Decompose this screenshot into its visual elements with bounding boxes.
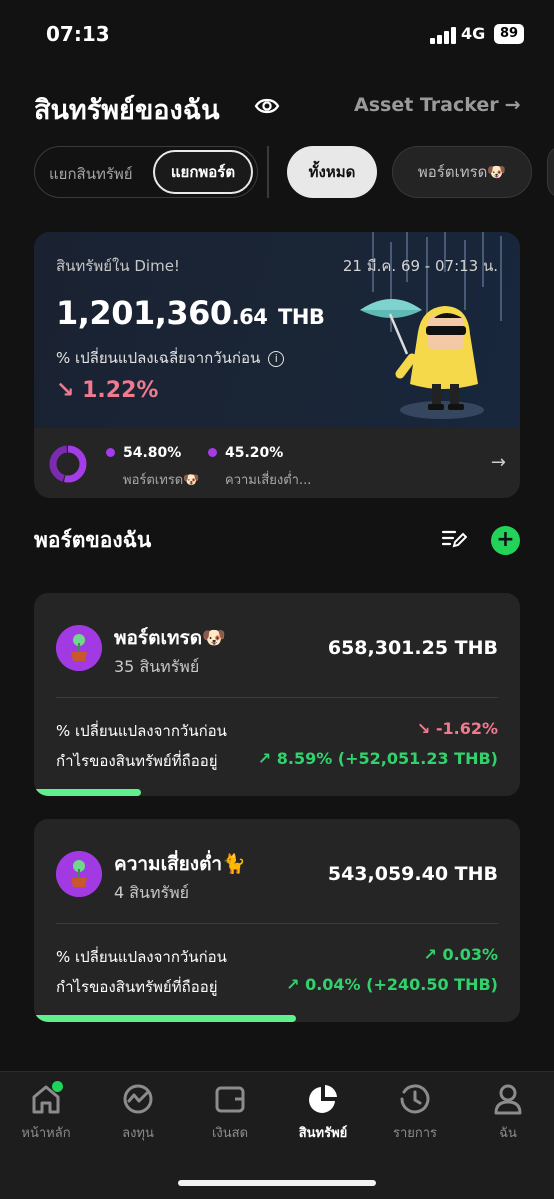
view-segment-control: แยกสินทรัพย์ แยกพอร์ต [34, 146, 258, 198]
allocation-item-trade: 54.80% พอร์ตเทรด🐶 [106, 442, 199, 490]
history-clock-icon [400, 1084, 430, 1114]
eye-icon[interactable] [254, 96, 280, 116]
allocation-donut-chart [49, 445, 87, 483]
raincoat-character-illustration [360, 299, 484, 419]
my-portfolios-title: พอร์ตของฉัน [34, 528, 152, 552]
asset-tracker-link[interactable]: Asset Tracker → [354, 94, 521, 116]
plant-pot-icon [56, 851, 102, 897]
allocation-item-lowrisk: 45.20% ความเสี่ยงต่ำ... [208, 442, 311, 490]
chip-trade-portfolio[interactable]: พอร์ตเทรด🐶 [392, 146, 532, 198]
nav-label: ฉัน [499, 1126, 517, 1141]
nav-label: สินทรัพย์ [298, 1126, 348, 1141]
portfolio-value: 543,059.40 THB [327, 863, 498, 885]
portfolio-share-bar [34, 1015, 297, 1022]
arrow-right-icon[interactable]: → [491, 452, 506, 473]
segment-by-asset[interactable]: แยกสินทรัพย์ [49, 162, 133, 186]
change-label: % เปลี่ยนแปลงเฉลี่ยจากวันก่อน i [56, 346, 285, 370]
nav-label: หน้าหลัก [21, 1126, 71, 1141]
portfolio-name: ความเสี่ยงต่ำ🐈 [114, 853, 246, 875]
page-title: สินทรัพย์ของฉัน [34, 95, 220, 126]
battery-icon: 89 [494, 24, 524, 44]
change-label: % เปลี่ยนแปลงจากวันก่อน [56, 948, 227, 966]
edit-list-icon[interactable] [441, 528, 467, 550]
chart-icon [123, 1084, 153, 1114]
total-value-currency: THB [278, 305, 325, 329]
portfolio-asset-count: 4 สินทรัพย์ [114, 883, 190, 902]
portfolio-value: 658,301.25 THB [327, 637, 498, 659]
holding-profit: ↗ 0.04% (+240.50 THB) [286, 975, 498, 994]
allocation-name: พอร์ตเทรด🐶 [123, 473, 200, 488]
nav-label: เงินสด [211, 1126, 249, 1141]
donut-slice [49, 445, 68, 482]
divider [56, 923, 498, 924]
nav-label: รายการ [392, 1126, 438, 1141]
nav-assets[interactable]: สินทรัพย์ [277, 1082, 369, 1143]
divider [267, 146, 269, 198]
segment-by-portfolio[interactable]: แยกพอร์ต [153, 150, 253, 194]
add-portfolio-button[interactable]: + [491, 526, 520, 555]
nav-invest[interactable]: ลงทุน [92, 1082, 184, 1143]
network-label: 4G [461, 24, 486, 43]
info-icon[interactable]: i [268, 350, 285, 367]
allocation-name: ความเสี่ยงต่ำ... [225, 473, 312, 488]
daily-change: ↗ 0.03% [423, 945, 498, 964]
nav-label: ลงทุน [122, 1126, 154, 1141]
portfolio-name: พอร์ตเทรด🐶 [114, 627, 226, 649]
divider [56, 697, 498, 698]
wallet-icon [215, 1086, 245, 1113]
total-value-dec: .64 [231, 305, 268, 329]
nav-profile[interactable]: ฉัน [462, 1082, 554, 1143]
pie-chart-icon [309, 1085, 337, 1113]
arrow-right-icon: → [504, 94, 521, 116]
chip-more[interactable] [547, 146, 554, 198]
change-label: % เปลี่ยนแปลงจากวันก่อน [56, 722, 227, 740]
nav-transactions[interactable]: รายการ [369, 1082, 461, 1143]
nav-home[interactable]: หน้าหลัก [0, 1082, 92, 1143]
total-value-int: 1,201,360 [56, 294, 232, 332]
allocation-pct: 54.80% [123, 445, 182, 461]
holding-profit: ↗ 8.59% (+52,051.23 THB) [257, 749, 498, 768]
portfolio-share-bar [34, 789, 141, 796]
user-icon [494, 1084, 522, 1115]
signal-icon [430, 26, 456, 44]
status-bar: 07:13 4G 89 [0, 0, 554, 70]
home-indicator [178, 1180, 376, 1186]
donut-slice [63, 445, 87, 483]
portfolio-card[interactable]: ความเสี่ยงต่ำ🐈 4 สินทรัพย์ 543,059.40 TH… [34, 819, 520, 1022]
summary-date: 21 มี.ค. 69 - 07:13 น. [342, 257, 498, 275]
daily-change: ↘ 1.22% [56, 378, 159, 403]
change-label-text: % เปลี่ยนแปลงเฉลี่ยจากวันก่อน [56, 349, 261, 367]
allocation-pct: 45.20% [225, 445, 284, 461]
plant-pot-icon [56, 625, 102, 671]
asset-summary-card[interactable]: สินทรัพย์ใน Dime! 21 มี.ค. 69 - 07:13 น.… [34, 232, 520, 498]
summary-banner: สินทรัพย์ใน Dime! 21 มี.ค. 69 - 07:13 น.… [34, 232, 520, 428]
profit-label: กำไรของสินทรัพย์ที่ถืออยู่ [56, 978, 218, 996]
status-time: 07:13 [46, 22, 110, 46]
notification-dot [52, 1081, 63, 1092]
portfolio-asset-count: 35 สินทรัพย์ [114, 657, 200, 676]
chip-all[interactable]: ทั้งหมด [287, 146, 377, 198]
profit-label: กำไรของสินทรัพย์ที่ถืออยู่ [56, 752, 218, 770]
nav-cash[interactable]: เงินสด [184, 1082, 276, 1143]
total-value: 1,201,360.64 THB [56, 294, 325, 332]
portfolio-card[interactable]: พอร์ตเทรด🐶 35 สินทรัพย์ 658,301.25 THB %… [34, 593, 520, 796]
daily-change: ↘ -1.62% [416, 719, 498, 738]
summary-label: สินทรัพย์ใน Dime! [56, 257, 180, 275]
asset-tracker-label: Asset Tracker [354, 94, 499, 116]
